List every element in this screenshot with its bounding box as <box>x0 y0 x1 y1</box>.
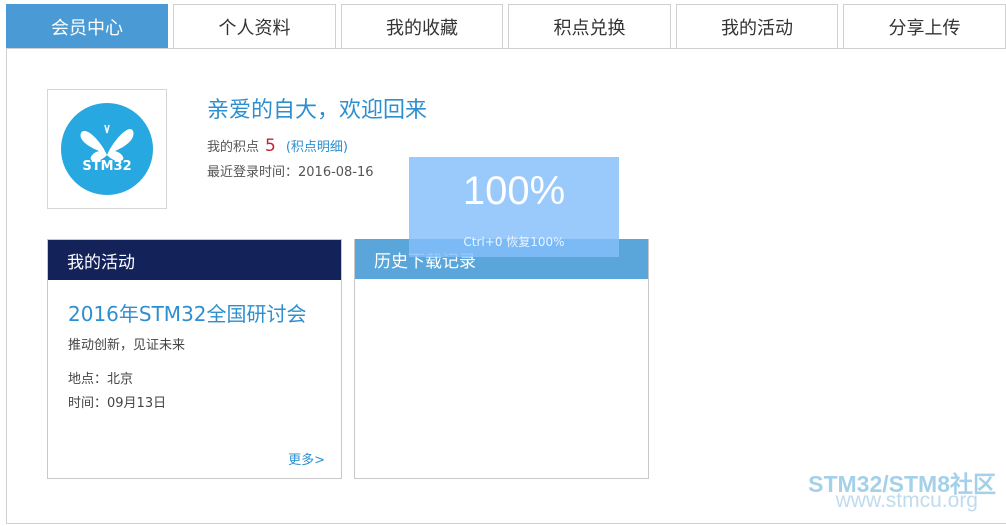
my-activities-panel: 我的活动 2016年STM32全国研讨会 推动创新，见证未来 地点：北京 时间：… <box>47 239 342 479</box>
tab-my-activities[interactable]: 我的活动 <box>676 4 838 48</box>
tab-bar: 会员中心 个人资料 我的收藏 积点兑换 我的活动 分享上传 <box>6 4 1006 48</box>
zoom-reset-hint: Ctrl+0 恢复100% <box>463 235 565 249</box>
welcome-message: 亲爱的自大，欢迎回来 <box>207 98 428 123</box>
watermark-url: www.stmcu.org <box>835 489 978 512</box>
last-login-time: 最近登录时间：2016-08-16 <box>207 165 374 180</box>
member-center-page: 会员中心 个人资料 我的收藏 积点兑换 我的活动 分享上传 STM32 亲爱的自… <box>0 0 1006 526</box>
avatar[interactable]: STM32 <box>47 89 167 209</box>
site-watermark: STM32/STM8社区 www.stmcu.org <box>768 465 1002 517</box>
tab-member-center[interactable]: 会员中心 <box>6 4 168 48</box>
more-link[interactable]: 更多> <box>288 449 325 468</box>
logo-text: STM32 <box>82 159 132 174</box>
points-detail-link[interactable]: (积点明细) <box>286 136 348 155</box>
zoom-percent: 100% <box>462 169 566 213</box>
tab-points-exchange[interactable]: 积点兑换 <box>508 4 671 48</box>
stm32-logo: STM32 <box>61 103 153 195</box>
tab-share-upload[interactable]: 分享上传 <box>843 4 1006 48</box>
download-history-panel: 历史下载记录 <box>354 239 649 479</box>
event-time: 时间：09月13日 <box>68 396 167 411</box>
event-subtitle: 推动创新，见证未来 <box>68 338 186 353</box>
tab-favorites[interactable]: 我的收藏 <box>341 4 503 48</box>
event-title-link[interactable]: 2016年STM32全国研讨会 <box>68 298 307 327</box>
zoom-indicator: 100% Ctrl+0 恢复100% <box>409 157 619 257</box>
tab-profile[interactable]: 个人资料 <box>173 4 336 48</box>
event-place: 地点：北京 <box>68 372 134 387</box>
points-line: 我的积点 5 (积点明细) <box>207 136 348 156</box>
points-value: 5 <box>265 136 276 156</box>
points-label: 我的积点 <box>207 140 260 155</box>
activities-panel-header: 我的活动 <box>48 240 341 280</box>
butterfly-icon <box>80 124 134 161</box>
